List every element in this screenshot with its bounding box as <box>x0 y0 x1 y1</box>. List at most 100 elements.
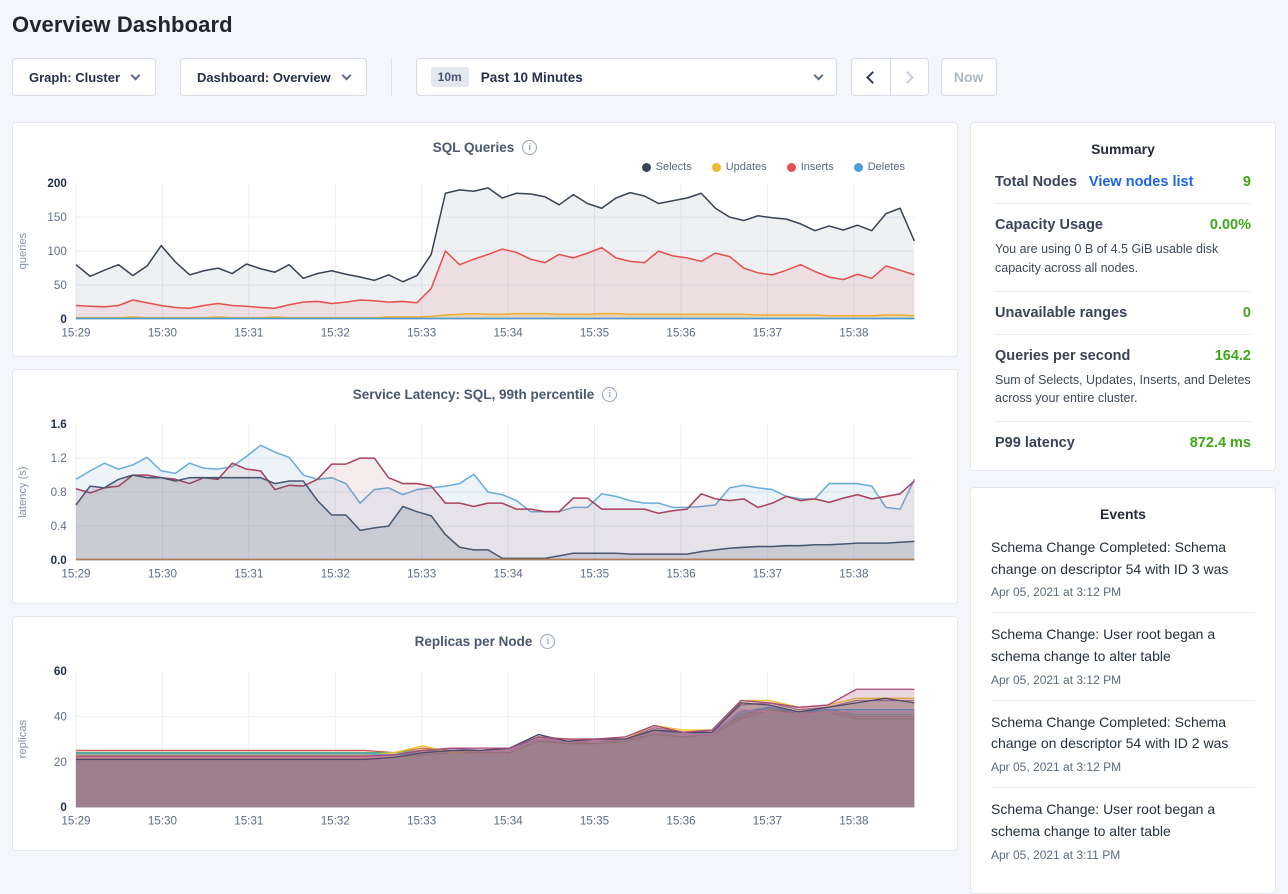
legend-item: Selects <box>642 161 692 173</box>
chevron-down-icon <box>813 70 823 80</box>
summary-row-total-nodes: Total Nodes View nodes list 9 <box>995 161 1251 204</box>
svg-text:15:33: 15:33 <box>407 326 436 339</box>
svg-text:15:32: 15:32 <box>321 326 350 339</box>
event-message: Schema Change Completed: Schema change o… <box>991 712 1255 755</box>
event-list-item[interactable]: Schema Change: User root began a schema … <box>991 613 1255 700</box>
chart-plot[interactable]: 15:2915:3015:3115:3215:3315:3415:3515:36… <box>13 665 957 844</box>
charts-column: SQL Queries i SelectsUpdatesInsertsDelet… <box>12 122 958 851</box>
summary-value: 0 <box>1243 305 1251 321</box>
summary-label: Unavailable ranges <box>995 305 1127 321</box>
dashboard-label: Dashboard: Overview <box>197 70 331 85</box>
side-column: Summary Total Nodes View nodes list 9 Ca… <box>970 122 1276 894</box>
prev-time-button[interactable] <box>852 59 890 95</box>
event-message: Schema Change: User root began a schema … <box>991 799 1255 842</box>
legend-dot-icon <box>712 163 721 172</box>
svg-text:0.4: 0.4 <box>51 520 68 533</box>
summary-label: Total Nodes <box>995 174 1077 190</box>
service-latency-chart: 15:2915:3015:3115:3215:3315:3415:3515:36… <box>13 418 957 597</box>
svg-text:15:36: 15:36 <box>666 326 695 339</box>
overview-dashboard-page: Overview Dashboard Graph: Cluster Dashbo… <box>0 12 1288 894</box>
summary-panel: Summary Total Nodes View nodes list 9 Ca… <box>970 122 1276 471</box>
summary-row-unavailable-ranges: Unavailable ranges 0 <box>995 292 1251 335</box>
summary-value: 872.4 ms <box>1190 435 1251 451</box>
summary-value: 0.00% <box>1210 217 1251 233</box>
chevron-right-icon <box>901 71 914 84</box>
svg-text:60: 60 <box>54 665 67 678</box>
svg-text:queries: queries <box>17 232 29 269</box>
event-list-item[interactable]: Schema Change Completed: Schema change o… <box>991 526 1255 613</box>
view-nodes-list-link[interactable]: View nodes list <box>1089 174 1194 190</box>
event-timestamp: Apr 05, 2021 at 3:12 PM <box>991 585 1255 599</box>
event-message: Schema Change: User root began a schema … <box>991 624 1255 667</box>
toolbar-divider <box>391 58 392 96</box>
replicas-per-node-chart: 15:2915:3015:3115:3215:3315:3415:3515:36… <box>13 665 957 844</box>
svg-text:1.6: 1.6 <box>51 418 68 431</box>
chart-title: Replicas per Node <box>415 634 533 649</box>
events-panel: Events Schema Change Completed: Schema c… <box>970 487 1276 894</box>
svg-text:15:29: 15:29 <box>61 567 90 580</box>
svg-text:15:37: 15:37 <box>753 567 782 580</box>
summary-value: 9 <box>1243 174 1251 190</box>
chart-plot[interactable]: 15:2915:3015:3115:3215:3315:3415:3515:36… <box>13 177 957 356</box>
info-icon[interactable]: i <box>540 634 555 649</box>
summary-row-p99-latency: P99 latency 872.4 ms <box>995 422 1251 464</box>
svg-text:15:31: 15:31 <box>234 326 263 339</box>
svg-text:15:33: 15:33 <box>407 814 436 827</box>
spacer <box>13 651 957 665</box>
event-list-item[interactable]: Schema Change Completed: Schema change o… <box>991 701 1255 788</box>
svg-text:replicas: replicas <box>17 719 29 758</box>
svg-text:15:32: 15:32 <box>321 814 350 827</box>
svg-text:15:35: 15:35 <box>580 567 609 580</box>
summary-description: Sum of Selects, Updates, Inserts, and De… <box>995 371 1251 409</box>
chart-title: SQL Queries <box>433 140 515 155</box>
dashboard-dropdown[interactable]: Dashboard: Overview <box>180 58 367 96</box>
svg-text:15:34: 15:34 <box>494 326 524 339</box>
svg-text:15:33: 15:33 <box>407 567 436 580</box>
svg-text:0.0: 0.0 <box>51 554 67 567</box>
chevron-down-icon <box>341 70 351 80</box>
chevron-left-icon <box>866 71 879 84</box>
chart-plot[interactable]: 15:2915:3015:3115:3215:3315:3415:3515:36… <box>13 418 957 597</box>
svg-text:15:30: 15:30 <box>148 814 178 827</box>
svg-text:15:35: 15:35 <box>580 814 609 827</box>
info-icon[interactable]: i <box>602 387 617 402</box>
summary-row-capacity-usage: Capacity Usage 0.00% You are using 0 B o… <box>995 204 1251 292</box>
svg-text:15:35: 15:35 <box>580 326 609 339</box>
svg-text:200: 200 <box>47 177 66 190</box>
chart-header: Replicas per Node i <box>13 631 957 651</box>
chart-card-sql-queries: SQL Queries i SelectsUpdatesInsertsDelet… <box>12 122 958 357</box>
main-content: SQL Queries i SelectsUpdatesInsertsDelet… <box>12 122 1276 894</box>
chart-legend: SelectsUpdatesInsertsDeletes <box>13 157 957 177</box>
graph-scope-dropdown[interactable]: Graph: Cluster <box>12 58 156 96</box>
svg-text:15:36: 15:36 <box>666 814 695 827</box>
svg-text:15:38: 15:38 <box>839 814 868 827</box>
svg-text:15:31: 15:31 <box>234 567 263 580</box>
sql-queries-chart: 15:2915:3015:3115:3215:3315:3415:3515:36… <box>13 177 957 356</box>
svg-text:100: 100 <box>47 245 67 258</box>
chart-card-replicas-per-node: Replicas per Node i 15:2915:3015:3115:32… <box>12 616 958 851</box>
summary-title: Summary <box>995 141 1251 157</box>
summary-label: Queries per second <box>995 348 1130 364</box>
svg-text:0: 0 <box>60 801 66 814</box>
event-list-item[interactable]: Schema Change: User root began a schema … <box>991 788 1255 874</box>
legend-item: Deletes <box>854 161 905 173</box>
time-range-selector[interactable]: 10m Past 10 Minutes <box>416 58 837 96</box>
svg-text:15:30: 15:30 <box>148 326 178 339</box>
summary-description: You are using 0 B of 4.5 GiB usable disk… <box>995 240 1251 278</box>
legend-dot-icon <box>787 163 796 172</box>
event-timestamp: Apr 05, 2021 at 3:12 PM <box>991 673 1255 687</box>
summary-value: 164.2 <box>1215 348 1251 364</box>
summary-label: Capacity Usage <box>995 217 1103 233</box>
event-timestamp: Apr 05, 2021 at 3:11 PM <box>991 848 1255 862</box>
page-title: Overview Dashboard <box>12 12 1276 38</box>
svg-text:15:36: 15:36 <box>666 567 695 580</box>
svg-text:150: 150 <box>47 211 67 224</box>
event-timestamp: Apr 05, 2021 at 3:12 PM <box>991 760 1255 774</box>
event-message: Schema Change Completed: Schema change o… <box>991 537 1255 580</box>
legend-dot-icon <box>854 163 863 172</box>
svg-text:15:29: 15:29 <box>61 814 90 827</box>
now-button: Now <box>941 58 997 96</box>
time-range-label: Past 10 Minutes <box>481 70 803 85</box>
svg-text:15:34: 15:34 <box>494 814 524 827</box>
info-icon[interactable]: i <box>522 140 537 155</box>
